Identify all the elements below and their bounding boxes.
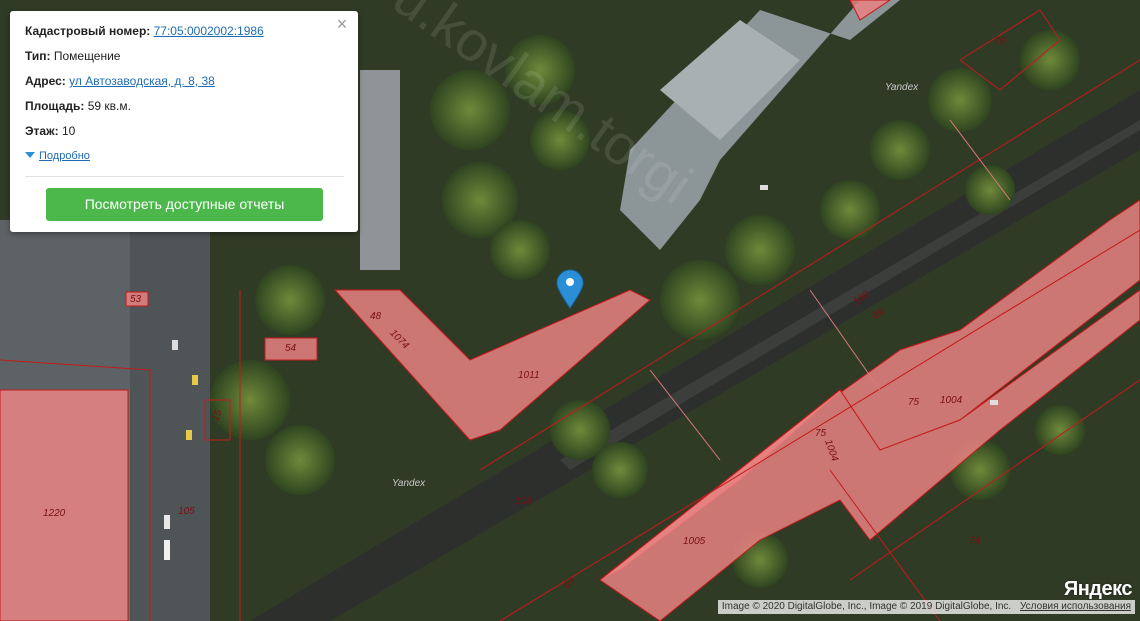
copyright-bar: Image © 2020 DigitalGlobe, Inc., Image ©… bbox=[717, 600, 1135, 614]
parcel-label: 108 bbox=[515, 496, 532, 507]
address-link[interactable]: ул Автозаводская, д. 8, 38 bbox=[69, 74, 215, 88]
parcel-label: 1005 bbox=[683, 536, 706, 547]
address-row: Адрес: ул Автозаводская, д. 8, 38 bbox=[25, 74, 215, 88]
cadastral-label: Кадастровый номер: bbox=[25, 24, 151, 38]
copyright-text: Image © 2020 DigitalGlobe, Inc., Image ©… bbox=[721, 601, 1012, 612]
parcel-label: 48 bbox=[370, 311, 382, 322]
parcel-label: 54 bbox=[285, 343, 297, 354]
type-label: Тип: bbox=[25, 49, 51, 63]
cadastral-row: Кадастровый номер: 77:05:0002002:1986 bbox=[25, 24, 264, 38]
yandex-logo[interactable]: Яндекс bbox=[1064, 578, 1133, 601]
close-icon[interactable]: × bbox=[334, 15, 350, 33]
terms-link[interactable]: Условия использования bbox=[1020, 601, 1131, 612]
type-row: Тип: Помещение bbox=[25, 49, 120, 63]
parcel-label: 1011 bbox=[518, 370, 540, 381]
view-reports-button[interactable]: Посмотреть доступные отчеты bbox=[46, 188, 323, 221]
parcel-label: 105 bbox=[178, 506, 195, 517]
parcel-label: 1220 bbox=[43, 508, 66, 519]
details-link[interactable]: Подробно bbox=[39, 150, 90, 162]
parcel-label: 53 bbox=[130, 294, 142, 305]
chevron-down-icon bbox=[25, 152, 35, 159]
parcel-label: 75 bbox=[815, 428, 827, 439]
parcel-label: 79 bbox=[994, 36, 1006, 47]
cadastral-number-link[interactable]: 77:05:0002002:1986 bbox=[154, 24, 264, 38]
details-toggle[interactable]: Подробно bbox=[25, 150, 90, 162]
floor-value: 10 bbox=[61, 124, 76, 138]
address-label: Адрес: bbox=[25, 74, 66, 88]
area-label: Площадь: bbox=[25, 99, 85, 113]
area-row: Площадь: 59 кв.м. bbox=[25, 99, 131, 113]
parcel-label: 1004 bbox=[940, 395, 963, 406]
floor-label: Этаж: bbox=[25, 124, 59, 138]
parcel-label: 74 bbox=[969, 536, 981, 547]
yandex-map-label: Yandex bbox=[392, 478, 426, 489]
divider bbox=[25, 176, 344, 177]
yandex-map-label: Yandex bbox=[885, 82, 919, 93]
type-value: Помещение bbox=[53, 49, 121, 63]
floor-row: Этаж: 10 bbox=[25, 124, 75, 138]
info-popup: × Кадастровый номер: 77:05:0002002:1986 … bbox=[10, 11, 358, 232]
area-value: 59 кв.м. bbox=[87, 99, 131, 113]
parcel-label: 75 bbox=[908, 397, 920, 408]
